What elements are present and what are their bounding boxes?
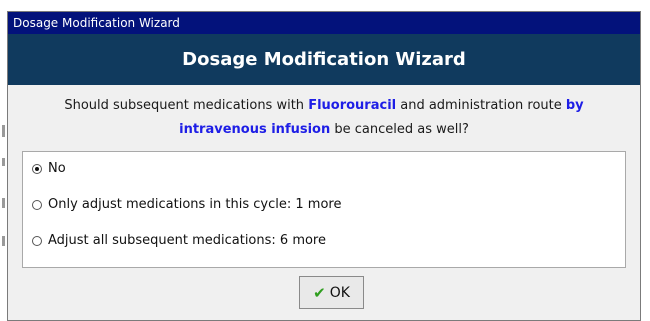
- question-text: Should subsequent medications with Fluor…: [8, 94, 640, 142]
- edge-mark: [2, 125, 5, 137]
- options-panel: No Only adjust medications in this cycle…: [22, 151, 626, 268]
- edge-mark: [2, 158, 5, 166]
- banner-title: Dosage Modification Wizard: [182, 49, 466, 70]
- drug-name: Fluorouracil: [308, 98, 397, 113]
- question-part3: be canceled as well?: [330, 122, 469, 137]
- edge-mark: [2, 198, 5, 208]
- radio-icon[interactable]: [32, 235, 42, 246]
- radio-icon[interactable]: [32, 163, 42, 174]
- ok-label: OK: [329, 284, 350, 301]
- ok-button[interactable]: ✔ OK: [299, 276, 364, 309]
- window-titlebar: Dosage Modification Wizard: [8, 12, 640, 34]
- checkmark-icon: ✔: [313, 283, 326, 302]
- question-part2: and administration route: [396, 98, 566, 113]
- question-part1: Should subsequent medications with: [64, 98, 309, 113]
- option-adjust-all-subsequent[interactable]: Adjust all subsequent medications: 6 mor…: [32, 233, 326, 248]
- background-edge: [0, 0, 7, 321]
- window-title: Dosage Modification Wizard: [13, 16, 180, 30]
- dialog-window: Dosage Modification Wizard Dosage Modifi…: [7, 11, 641, 321]
- option-adjust-this-cycle[interactable]: Only adjust medications in this cycle: 1…: [32, 197, 341, 212]
- dialog-banner: Dosage Modification Wizard: [8, 34, 640, 85]
- option-label: No: [48, 161, 66, 176]
- radio-icon[interactable]: [32, 199, 42, 210]
- edge-mark: [2, 236, 5, 246]
- option-no[interactable]: No: [32, 161, 66, 176]
- option-label: Adjust all subsequent medications: 6 mor…: [48, 233, 326, 248]
- option-label: Only adjust medications in this cycle: 1…: [48, 197, 342, 212]
